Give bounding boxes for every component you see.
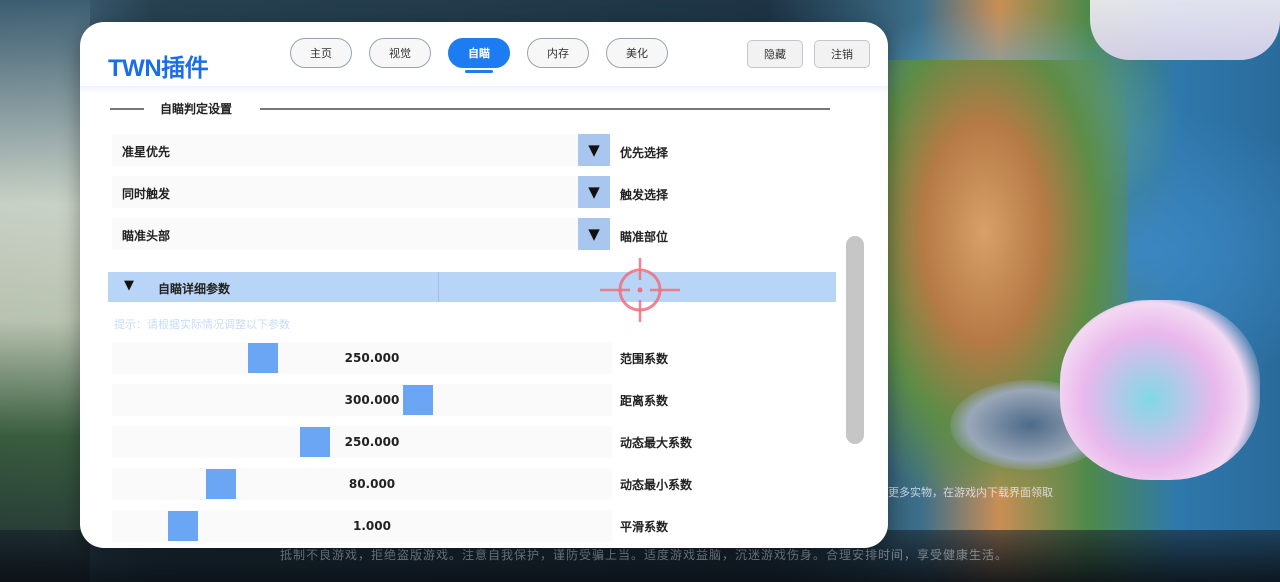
select-trigger[interactable]: 同时触发 ▼ — [112, 176, 612, 208]
slider-value: 250.000 — [344, 351, 400, 365]
crosshair-icon — [600, 258, 680, 322]
select-aim-part[interactable]: 瞄准头部 ▼ — [112, 218, 612, 250]
cheat-menu-panel: TWN插件 主页 视觉 自瞄 内存 美化 隐藏 注销 自瞄判定设置 准星优先 ▼… — [80, 22, 888, 548]
tab-home[interactable]: 主页 — [290, 38, 352, 68]
collapsible-header-aim-details[interactable]: ▼ 自瞄详细参数 — [108, 272, 836, 302]
section-divider-left — [110, 108, 144, 110]
collapsible-title: 自瞄详细参数 — [158, 282, 231, 296]
slider-value: 250.000 — [344, 435, 400, 449]
slider-label-dynamic-max: 动态最大系数 — [620, 436, 693, 450]
select-label-trigger: 触发选择 — [620, 188, 669, 202]
triangle-down-icon[interactable]: ▼ — [578, 218, 610, 250]
select-box[interactable]: 瞄准头部 — [112, 218, 578, 250]
triangle-down-icon[interactable]: ▼ — [578, 134, 610, 166]
content-top-fade — [80, 86, 888, 94]
slider-label-dynamic-min: 动态最小系数 — [620, 478, 693, 492]
triangle-down-icon: ▼ — [124, 278, 134, 293]
section-header-aim-settings: 自瞄判定设置 — [110, 98, 836, 118]
select-label-aim-part: 瞄准部位 — [620, 230, 669, 244]
section-divider-right — [260, 108, 830, 110]
slider-thumb[interactable] — [168, 511, 198, 541]
slider-smooth[interactable]: 1.000 — [112, 510, 612, 542]
hide-button[interactable]: 隐藏 — [747, 40, 803, 68]
slider-dynamic-max[interactable]: 250.000 — [112, 426, 612, 458]
exit-button[interactable]: 注销 — [814, 40, 870, 68]
select-value: 瞄准头部 — [122, 229, 171, 243]
background-cloud — [1090, 0, 1280, 60]
collapsible-divider — [438, 272, 439, 302]
select-box[interactable]: 同时触发 — [112, 176, 578, 208]
scrollbar-thumb[interactable] — [846, 236, 864, 444]
slider-dynamic-min[interactable]: 80.000 — [112, 468, 612, 500]
background-island-note: 更多实物，在游戏内下载界面领取 — [888, 486, 1053, 499]
slider-thumb[interactable] — [300, 427, 330, 457]
tab-aim[interactable]: 自瞄 — [448, 38, 510, 73]
slider-thumb[interactable] — [206, 469, 236, 499]
tab-memory[interactable]: 内存 — [527, 38, 589, 68]
slider-label-range: 范围系数 — [620, 352, 669, 366]
slider-thumb[interactable] — [248, 343, 278, 373]
section-title: 自瞄判定设置 — [160, 102, 233, 116]
slider-label-distance: 距离系数 — [620, 394, 669, 408]
health-notice: 抵制不良游戏，拒绝盗版游戏。注意自我保护，谨防受骗上当。适度游戏益脑，沉迷游戏伤… — [280, 548, 1009, 562]
slider-distance[interactable]: 300.000 — [112, 384, 612, 416]
slider-value: 80.000 — [348, 477, 396, 491]
tab-visual[interactable]: 视觉 — [369, 38, 431, 68]
header-buttons: 隐藏 注销 — [747, 40, 870, 68]
slider-range[interactable]: 250.000 — [112, 342, 612, 374]
select-box[interactable]: 准星优先 — [112, 134, 578, 166]
select-value: 准星优先 — [122, 145, 171, 159]
triangle-down-icon[interactable]: ▼ — [578, 176, 610, 208]
slider-value: 1.000 — [353, 519, 391, 533]
background-character-left — [0, 0, 90, 582]
select-label-priority: 优先选择 — [620, 146, 669, 160]
select-priority[interactable]: 准星优先 ▼ — [112, 134, 612, 166]
slider-value: 300.000 — [344, 393, 400, 407]
brand-logo: TWN插件 — [108, 55, 209, 82]
slider-label-smooth: 平滑系数 — [620, 520, 669, 534]
hint-text: 提示：请根据实际情况调整以下参数 — [114, 318, 290, 331]
background-character-right — [1060, 300, 1260, 480]
tab-beautify[interactable]: 美化 — [606, 38, 668, 68]
select-value: 同时触发 — [122, 187, 171, 201]
tab-bar: 主页 视觉 自瞄 内存 美化 — [290, 38, 668, 73]
